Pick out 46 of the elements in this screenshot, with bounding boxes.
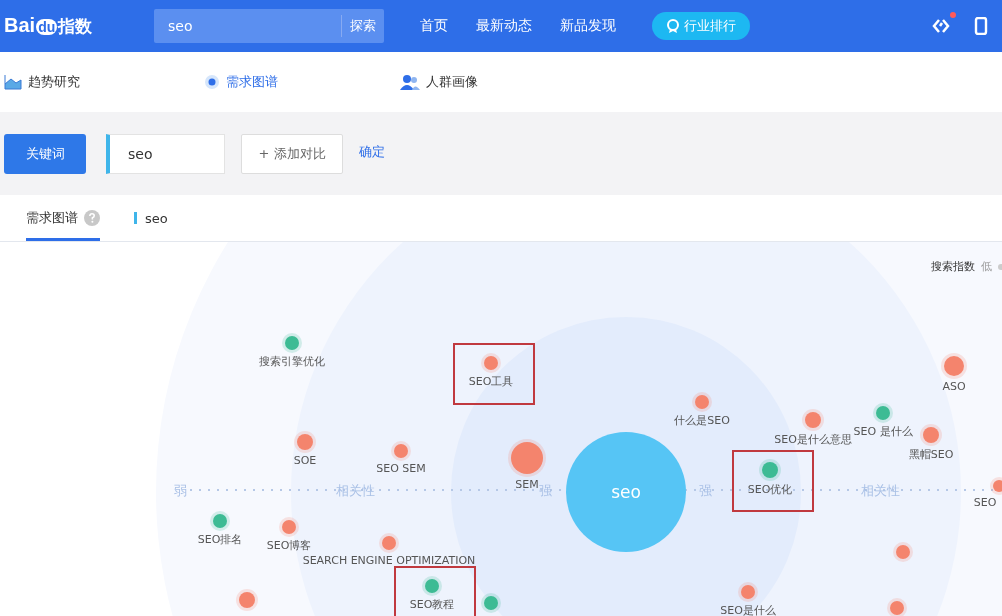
confirm-link[interactable]: 确定	[359, 142, 385, 161]
module-tab[interactable]: 人群画像	[400, 73, 478, 91]
keyword-label: SEO排名	[197, 532, 243, 547]
keyword-label: SOE	[293, 454, 317, 467]
legend-term: seo	[145, 210, 168, 226]
diamond-icon[interactable]	[932, 17, 950, 35]
keyword-label: SEO优化	[747, 482, 793, 497]
keyword-label: SEO SEM	[376, 462, 426, 475]
keyword-label: 什么是SEO	[674, 413, 730, 428]
nav-link[interactable]: 首页	[420, 17, 448, 35]
keyword-input[interactable]: seo	[106, 133, 225, 174]
radio-icon	[204, 74, 220, 90]
axis-label: 相关性	[335, 482, 375, 500]
axis-label: 相关性	[860, 482, 900, 500]
keyword-label: SEM	[515, 478, 539, 491]
search-button[interactable]: 探索	[341, 15, 384, 37]
keyword-label: SEO工具	[468, 374, 514, 389]
keyword-dot[interactable]	[993, 480, 1002, 492]
badge-icon	[666, 19, 680, 33]
add-compare-button[interactable]: + 添加对比	[241, 133, 343, 174]
nav-link[interactable]: 新品发现	[560, 17, 616, 35]
keyword-label: SEO	[973, 496, 997, 509]
keyword-label: SEO教程	[409, 597, 455, 612]
logo[interactable]: Bai du 指数	[0, 14, 154, 38]
keyword-label: SEO是什么	[720, 603, 776, 616]
keyword-label: SEARCH ENGINE OPTIMIZATION	[302, 554, 476, 567]
scale-label: 搜索指数	[931, 259, 975, 274]
area-chart-icon	[4, 74, 22, 90]
keyword-label: ASO	[942, 380, 966, 393]
scale-low: 低	[981, 259, 992, 274]
keyword-label: 黑帽SEO	[908, 447, 954, 462]
keyword-label: SEO博客	[266, 538, 312, 553]
people-icon	[400, 74, 420, 90]
keyword-label: SEO是什么意思	[774, 432, 852, 447]
keyword-label: SEO 是什么	[853, 424, 913, 439]
panel-tab[interactable]: 需求图谱	[26, 195, 100, 241]
nav-link[interactable]: 最新动态	[476, 17, 532, 35]
keyword-button[interactable]: 关键词	[4, 133, 86, 174]
search-field[interactable]: seo 探索	[154, 9, 384, 43]
phone-icon[interactable]	[974, 17, 988, 35]
help-icon[interactable]	[84, 210, 100, 226]
module-tab[interactable]: 趋势研究	[4, 73, 204, 91]
legend-bar	[134, 212, 137, 224]
axis-label: 弱	[173, 482, 187, 500]
keyword-label: 搜索引擎优化	[259, 354, 325, 369]
module-tab[interactable]: 需求图谱	[204, 73, 400, 91]
